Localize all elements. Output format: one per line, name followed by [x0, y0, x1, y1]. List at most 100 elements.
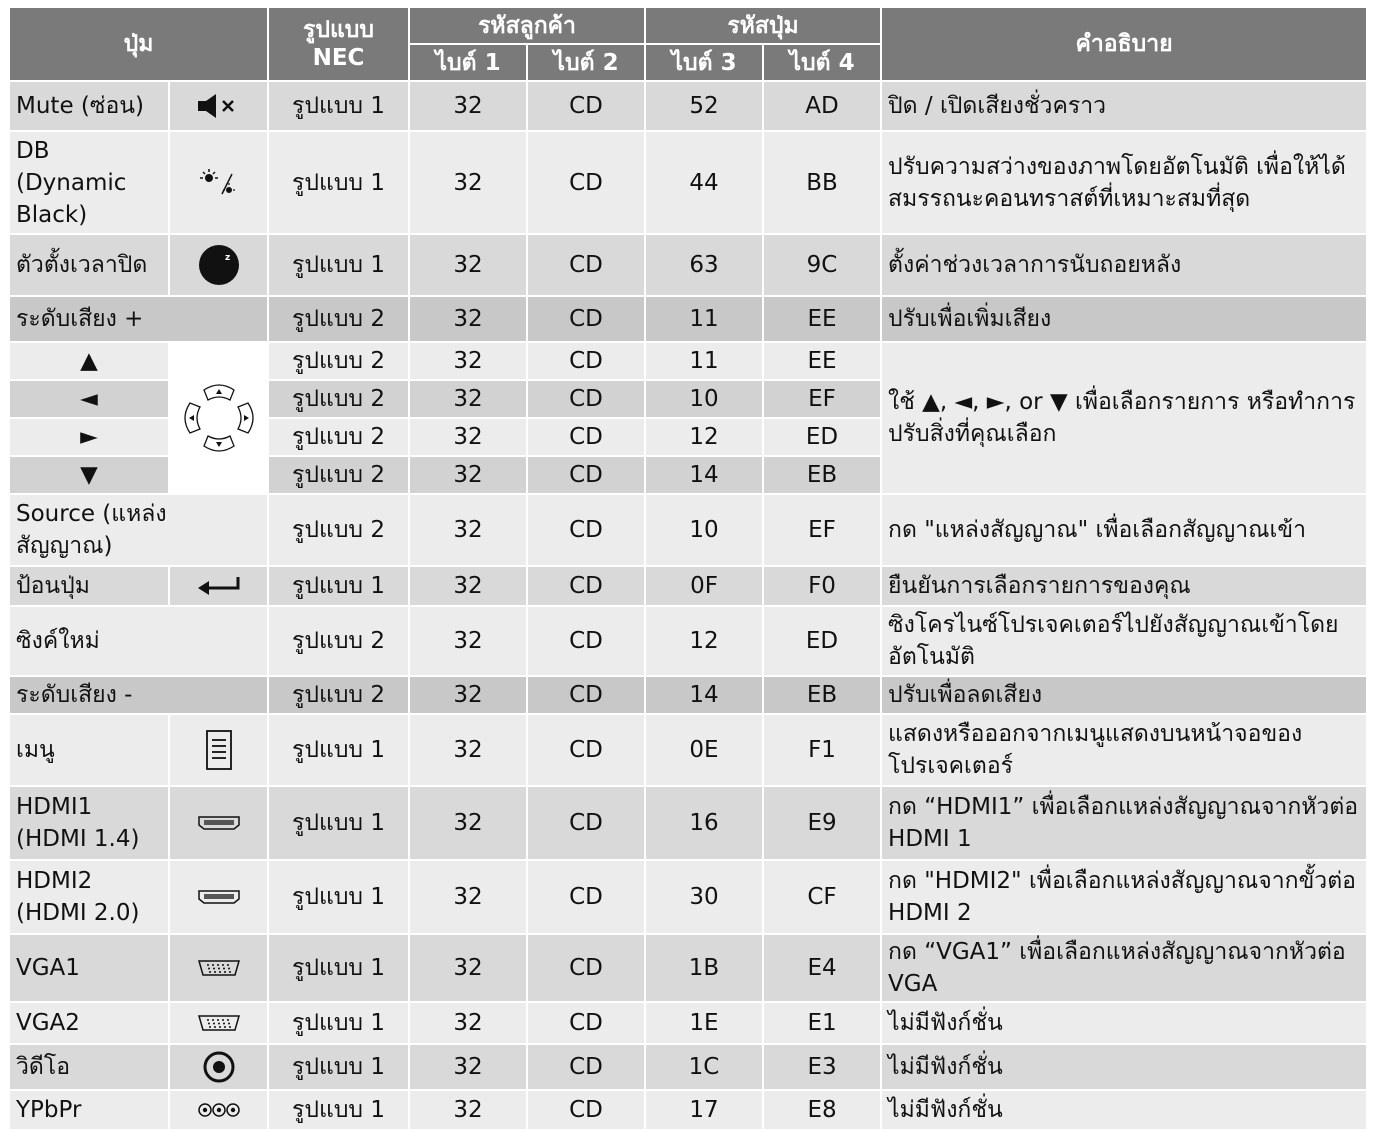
byte2-cell: CD: [526, 933, 647, 1003]
table-row: VGA1 รูปแบบ 1 32 CD 1B E4 กด “VGA1” เพื่…: [8, 933, 1369, 1003]
button-name: ป้อนปุ่ม: [8, 565, 170, 607]
button-name: ▼: [8, 455, 170, 495]
byte1-cell: 32: [408, 675, 529, 715]
sleep-timer-icon: Zz: [198, 245, 239, 285]
byte3-cell: 10: [644, 379, 765, 419]
byte1-cell: 32: [408, 605, 529, 677]
button-name: VGA2: [8, 1001, 170, 1045]
button-name: HDMI1 (HDMI 1.4): [8, 785, 170, 861]
byte3-cell: 17: [644, 1089, 765, 1131]
byte3-cell: 10: [644, 493, 765, 567]
byte4-cell: EF: [762, 493, 883, 567]
byte3-cell: 11: [644, 341, 765, 381]
byte1-cell: 32: [408, 565, 529, 607]
format-cell: รูปแบบ 1: [267, 130, 411, 235]
description-cell: ปรับความสว่างของภาพโดยอัตโนมัติ เพื่อให้…: [880, 130, 1369, 235]
byte2-cell: CD: [526, 565, 647, 607]
button-name: เมนู: [8, 713, 170, 787]
header-button: ปุ่ม: [7, 6, 270, 82]
byte1-cell: 32: [408, 341, 529, 381]
byte2-cell: CD: [526, 1089, 647, 1131]
byte2-cell: CD: [526, 455, 647, 495]
header-nec-format: รูปแบบ NEC: [267, 6, 411, 82]
byte1-cell: 32: [408, 1001, 529, 1045]
description-cell: ยืนยันการเลือกรายการของคุณ: [880, 565, 1369, 607]
byte4-cell: E1: [762, 1001, 883, 1045]
byte1-cell: 32: [408, 455, 529, 495]
header-byte1: ไบต์ 1: [408, 43, 529, 82]
video-jack-icon: [203, 1051, 234, 1083]
byte2-cell: CD: [526, 675, 647, 715]
table-row: วิดีโอ รูปแบบ 1 32 CD 1C E3 ไม่มีฟังก์ชั…: [8, 1043, 1369, 1091]
byte1-cell: 32: [408, 713, 529, 787]
description-cell: ซิงโครไนซ์โปรเจคเตอร์ไปยังสัญญาณเข้าโดยอ…: [880, 605, 1369, 677]
description-cell: ใช้ ▲, ◄, ►, or ▼ เพื่อเลือกรายการ หรือท…: [880, 341, 1369, 495]
byte1-cell: 32: [408, 80, 529, 132]
byte3-cell: 30: [644, 859, 765, 935]
table-row: VGA2 รูปแบบ 1 32 CD 1E E1 ไม่มีฟังก์ชั่น: [8, 1001, 1369, 1045]
button-name: HDMI2 (HDMI 2.0): [8, 859, 170, 935]
byte4-cell: E8: [762, 1089, 883, 1131]
format-cell: รูปแบบ 2: [267, 379, 411, 419]
table-row: ป้อนปุ่ม รูปแบบ 1 32 CD 0F F0 ยืนยันการเ…: [8, 565, 1369, 607]
description-cell: กด “VGA1” เพื่อเลือกแหล่งสัญญาณจากหัวต่อ…: [880, 933, 1369, 1003]
byte2-cell: CD: [526, 379, 647, 419]
format-cell: รูปแบบ 2: [267, 605, 411, 677]
format-cell: รูปแบบ 1: [267, 80, 411, 132]
menu-icon: [205, 730, 232, 770]
byte2-cell: CD: [526, 785, 647, 861]
header-byte2: ไบต์ 2: [526, 43, 647, 82]
byte1-cell: 32: [408, 1043, 529, 1091]
button-name: VGA1: [8, 933, 170, 1003]
byte2-cell: CD: [526, 341, 647, 381]
button-name: YPbPr: [8, 1089, 170, 1131]
byte4-cell: E4: [762, 933, 883, 1003]
byte1-cell: 32: [408, 1089, 529, 1131]
byte2-cell: CD: [526, 1043, 647, 1091]
button-name: ระดับเสียง -: [7, 675, 270, 715]
byte3-cell: 12: [644, 417, 765, 457]
format-cell: รูปแบบ 1: [267, 233, 411, 297]
byte2-cell: CD: [526, 295, 647, 343]
byte2-cell: CD: [526, 130, 647, 235]
byte1-cell: 32: [408, 859, 529, 935]
format-cell: รูปแบบ 2: [267, 493, 411, 567]
byte2-cell: CD: [526, 713, 647, 787]
button-name: ระดับเสียง +: [7, 295, 270, 343]
byte3-cell: 1C: [644, 1043, 765, 1091]
byte4-cell: EE: [762, 295, 883, 343]
description-cell: แสดงหรือออกจากเมนูแสดงบนหน้าจอของโปรเจคเ…: [880, 713, 1369, 787]
byte2-cell: CD: [526, 233, 647, 297]
hdmi-port-icon: [197, 816, 240, 830]
button-name: Source (แหล่งสัญญาณ): [7, 493, 270, 567]
format-cell: รูปแบบ 2: [267, 675, 411, 715]
table-row: เมนู รูปแบบ 1 32 CD 0E F1 แสดงหรือออกจาก…: [8, 713, 1369, 787]
header-byte4: ไบต์ 4: [762, 43, 883, 82]
header-customer-code: รหัสลูกค้า: [408, 6, 647, 45]
byte4-cell: EB: [762, 675, 883, 715]
byte4-cell: EE: [762, 341, 883, 381]
vga-port-icon: [197, 1015, 240, 1031]
byte3-cell: 12: [644, 605, 765, 677]
byte3-cell: 52: [644, 80, 765, 132]
description-cell: ปิด / เปิดเสียงชั่วคราว: [880, 80, 1369, 132]
format-cell: รูปแบบ 1: [267, 1001, 411, 1045]
header-byte3: ไบต์ 3: [644, 43, 765, 82]
table-row: HDMI1 (HDMI 1.4) รูปแบบ 1 32 CD 16 E9 กด…: [8, 785, 1369, 861]
format-cell: รูปแบบ 1: [267, 1089, 411, 1131]
byte3-cell: 1E: [644, 1001, 765, 1045]
button-name: ตัวตั้งเวลาปิด: [8, 233, 170, 297]
byte4-cell: EB: [762, 455, 883, 495]
table-row: DB (Dynamic Black) รูปแบบ 1 32 CD 44 BB …: [8, 130, 1369, 235]
button-name: ◄: [8, 379, 170, 419]
byte1-cell: 32: [408, 130, 529, 235]
button-name: วิดีโอ: [8, 1043, 170, 1091]
ir-code-table: ปุ่ม รูปแบบ NEC รหัสลูกค้า รหัสปุ่ม คำอธิ…: [7, 6, 1369, 1131]
byte3-cell: 1B: [644, 933, 765, 1003]
byte1-cell: 32: [408, 493, 529, 567]
byte4-cell: 9C: [762, 233, 883, 297]
byte2-cell: CD: [526, 417, 647, 457]
four-way-keys-icon: [183, 384, 254, 452]
button-name: Mute (ซ่อน): [8, 80, 170, 132]
byte1-cell: 32: [408, 295, 529, 343]
